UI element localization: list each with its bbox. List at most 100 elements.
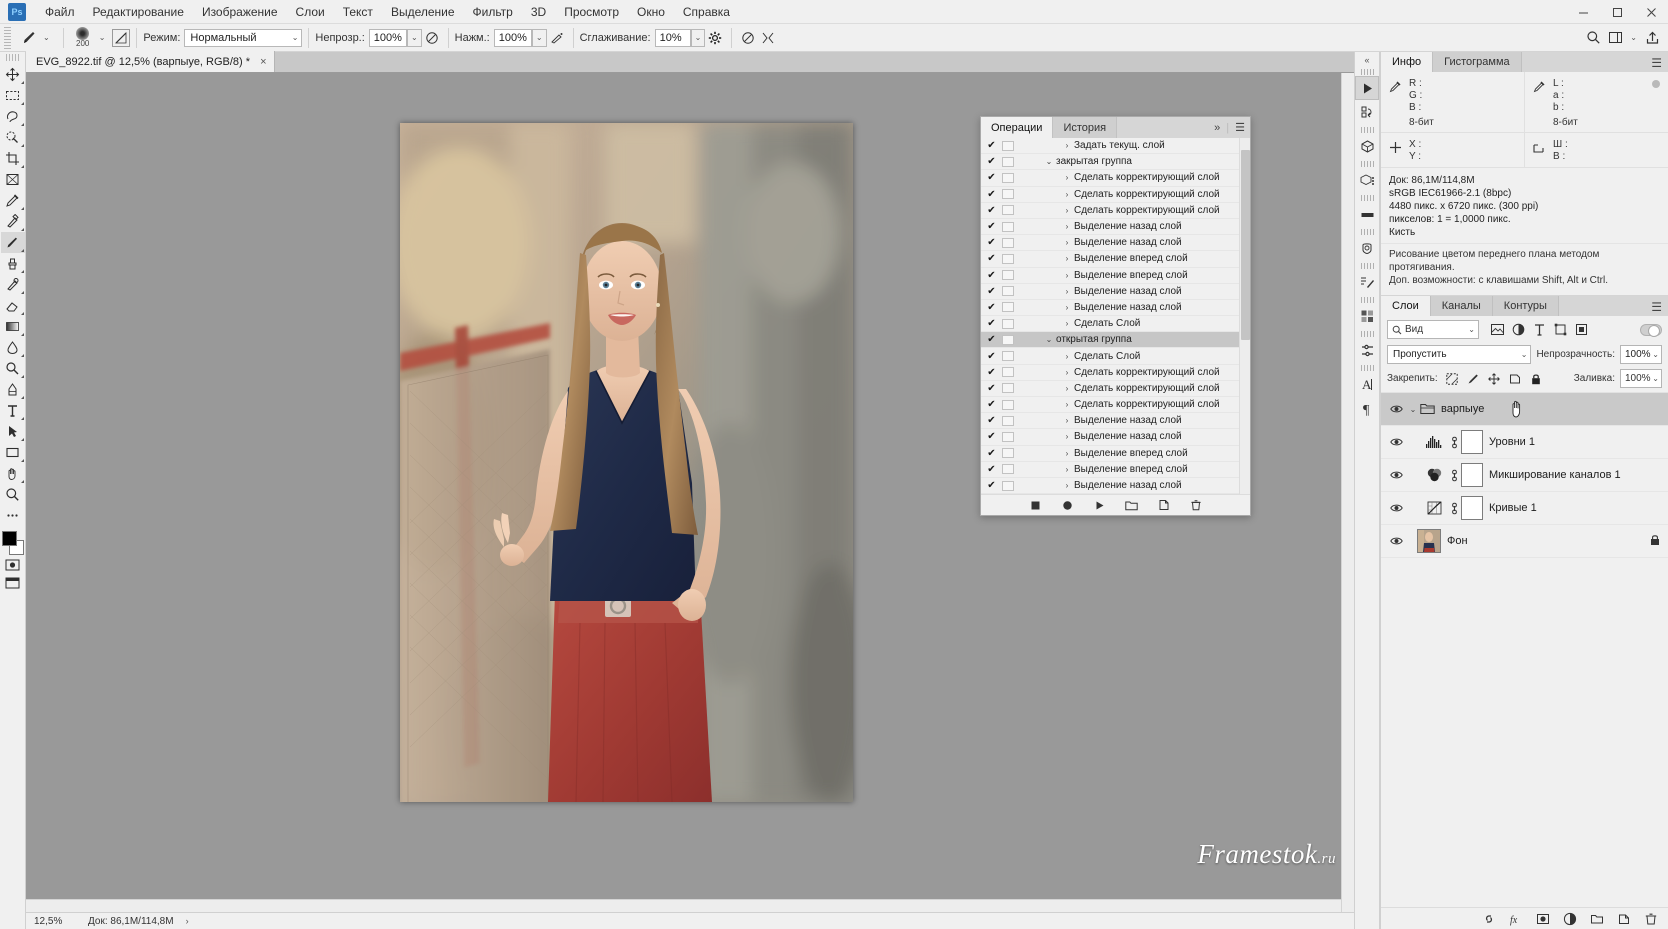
- action-dialog-toggle[interactable]: [1002, 270, 1014, 281]
- menu-item-3d[interactable]: 3D: [522, 2, 555, 22]
- hand-tool[interactable]: [1, 463, 25, 484]
- menu-item-редактирование[interactable]: Редактирование: [84, 2, 193, 22]
- layer-row[interactable]: Кривые 1: [1381, 492, 1668, 525]
- history-icon[interactable]: [1355, 100, 1379, 124]
- action-dialog-toggle[interactable]: [1002, 237, 1014, 248]
- layer-visibility-eye-icon[interactable]: [1385, 536, 1407, 546]
- healing-brush-tool[interactable]: [1, 211, 25, 232]
- menu-item-окно[interactable]: Окно: [628, 2, 674, 22]
- zoom-tool[interactable]: [1, 484, 25, 505]
- layer-style-icon[interactable]: fx: [1509, 912, 1523, 926]
- brush-preset-caret[interactable]: ⌄: [96, 33, 109, 42]
- adjustment-filter-icon[interactable]: [1511, 322, 1526, 337]
- chevron-right-icon[interactable]: ›: [1060, 319, 1074, 328]
- action-row[interactable]: ✔ › Выделение вперед слой: [981, 446, 1250, 462]
- layer-visibility-eye-icon[interactable]: [1385, 470, 1407, 480]
- tab-history[interactable]: История: [1053, 117, 1118, 138]
- chevron-right-icon[interactable]: ›: [1060, 352, 1074, 361]
- pressure-opacity-toggle-icon[interactable]: [422, 28, 442, 48]
- chevron-right-icon[interactable]: ›: [1060, 481, 1074, 490]
- type-tool[interactable]: [1, 400, 25, 421]
- menu-item-выделение[interactable]: Выделение: [382, 2, 464, 22]
- play-icon[interactable]: [1355, 76, 1379, 100]
- rail-grip-4[interactable]: [1360, 195, 1374, 201]
- brush-settings-icon[interactable]: [1355, 270, 1379, 294]
- color-swatches[interactable]: [1, 530, 25, 556]
- action-row[interactable]: ✔ › Задать текущ. слой: [981, 138, 1250, 155]
- workspace-chevron-down-icon[interactable]: ⌄: [1627, 33, 1640, 42]
- new-layer-icon[interactable]: [1617, 912, 1631, 926]
- menu-item-текст[interactable]: Текст: [334, 2, 382, 22]
- action-enabled-checkmark-icon[interactable]: ✔: [981, 351, 1002, 362]
- history-brush-tool[interactable]: [1, 274, 25, 295]
- action-enabled-checkmark-icon[interactable]: ✔: [981, 302, 1002, 313]
- chevron-right-icon[interactable]: ›: [1060, 173, 1074, 182]
- action-dialog-toggle[interactable]: [1002, 448, 1014, 459]
- action-dialog-toggle[interactable]: [1002, 302, 1014, 313]
- menu-item-файл[interactable]: Файл: [36, 2, 84, 22]
- action-enabled-checkmark-icon[interactable]: ✔: [981, 334, 1002, 345]
- type-filter-icon[interactable]: [1532, 322, 1547, 337]
- add-mask-icon[interactable]: [1536, 912, 1550, 926]
- mask-link-icon[interactable]: [1447, 436, 1461, 449]
- mask-link-icon[interactable]: [1447, 469, 1461, 482]
- flow-input[interactable]: 100%: [493, 28, 532, 47]
- tab-channels[interactable]: Каналы: [1430, 296, 1493, 316]
- action-row[interactable]: ✔ › Выделение вперед слой: [981, 251, 1250, 268]
- layer-thumbnail[interactable]: [1417, 529, 1441, 553]
- quick-mask-toggle[interactable]: [2, 556, 24, 574]
- delete-icon[interactable]: [1189, 498, 1203, 512]
- channel-mixer-adjustment-icon[interactable]: [1421, 468, 1447, 482]
- canvas-vertical-scrollbar[interactable]: [1341, 73, 1354, 912]
- more-tools-icon[interactable]: [1, 505, 25, 526]
- action-dialog-toggle[interactable]: [1002, 156, 1014, 167]
- layer-mask-thumbnail[interactable]: [1461, 463, 1483, 487]
- fill-input[interactable]: 100% ⌄: [1620, 369, 1662, 388]
- screen-mode-toggle[interactable]: [2, 574, 24, 592]
- action-enabled-checkmark-icon[interactable]: ✔: [981, 270, 1002, 281]
- tab-paths[interactable]: Контуры: [1492, 296, 1559, 316]
- paragraph-icon[interactable]: ¶: [1355, 396, 1379, 420]
- rail-grip-2[interactable]: [1360, 127, 1374, 133]
- levels-adjustment-icon[interactable]: [1421, 435, 1447, 449]
- foreground-color-swatch[interactable]: [1, 531, 17, 546]
- chevron-right-icon[interactable]: ›: [1060, 303, 1074, 312]
- share-icon[interactable]: [1642, 28, 1662, 48]
- document-image[interactable]: [400, 123, 853, 802]
- smoothing-input[interactable]: 10%: [654, 28, 691, 47]
- action-dialog-toggle[interactable]: [1002, 464, 1014, 475]
- layer-mask-thumbnail[interactable]: [1461, 496, 1483, 520]
- lock-image-icon[interactable]: [1467, 372, 1480, 385]
- chevron-right-icon[interactable]: ›: [1060, 432, 1074, 441]
- opacity-chevron-down-icon[interactable]: ⌄: [406, 28, 422, 47]
- blur-tool[interactable]: [1, 337, 25, 358]
- 3d-cube-icon[interactable]: [1355, 134, 1379, 158]
- chevron-right-icon[interactable]: ›: [1060, 368, 1074, 377]
- maximize-button[interactable]: [1600, 0, 1634, 24]
- action-row[interactable]: ✔ › Выделение вперед слой: [981, 268, 1250, 284]
- brush-tool-caret[interactable]: ⌄: [40, 33, 53, 42]
- eyedropper-tool[interactable]: [1, 190, 25, 211]
- brush-tool[interactable]: [0, 232, 25, 253]
- smoothing-chevron-down-icon[interactable]: ⌄: [690, 28, 706, 47]
- path-select-tool[interactable]: [1, 421, 25, 442]
- action-dialog-toggle[interactable]: [1002, 367, 1014, 378]
- chevron-right-icon[interactable]: ›: [1060, 416, 1074, 425]
- action-dialog-toggle[interactable]: [1002, 189, 1014, 200]
- layers-panel-menu-icon[interactable]: ☰: [1651, 300, 1662, 314]
- minimize-button[interactable]: [1566, 0, 1600, 24]
- menu-item-слои[interactable]: Слои: [287, 2, 334, 22]
- record-icon[interactable]: [1061, 498, 1075, 512]
- action-enabled-checkmark-icon[interactable]: ✔: [981, 399, 1002, 410]
- eraser-tool[interactable]: [1, 295, 25, 316]
- smart-object-filter-icon[interactable]: [1574, 322, 1589, 337]
- pixel-filter-icon[interactable]: [1490, 322, 1505, 337]
- brush-preset-picker[interactable]: 200: [70, 25, 96, 51]
- action-enabled-checkmark-icon[interactable]: ✔: [981, 286, 1002, 297]
- actions-panel-menu-icon[interactable]: ☰: [1235, 121, 1245, 134]
- new-action-icon[interactable]: [1157, 498, 1171, 512]
- lock-position-icon[interactable]: [1488, 372, 1501, 385]
- adjustment-layer-icon[interactable]: [1563, 912, 1577, 926]
- dodge-tool[interactable]: [1, 358, 25, 379]
- chevron-right-icon[interactable]: ›: [1060, 254, 1074, 263]
